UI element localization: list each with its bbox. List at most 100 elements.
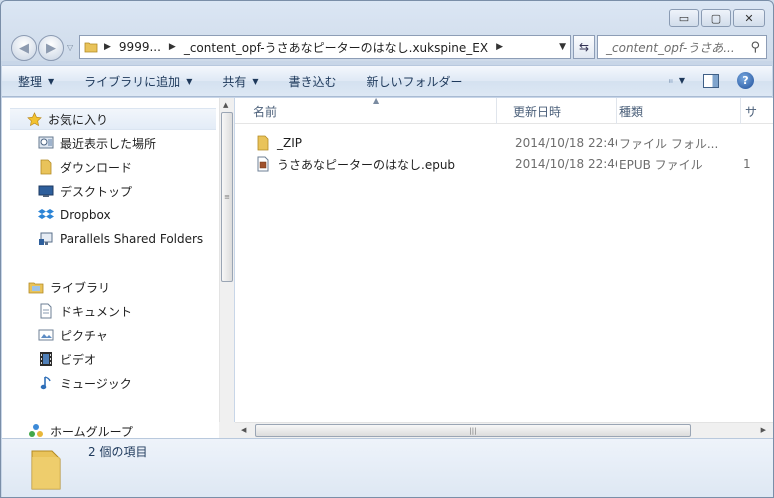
arrow-right-icon: ▶ bbox=[46, 40, 56, 56]
nav-item-desktop[interactable]: デスクトップ bbox=[38, 180, 132, 202]
scrollbar-thumb[interactable]: ||| bbox=[255, 424, 691, 437]
table-row[interactable]: うさあなピーターのはなし.epub 2014/10/18 22:46 EPUB … bbox=[235, 154, 771, 174]
maximize-button[interactable]: ▢ bbox=[701, 9, 731, 27]
pictures-icon bbox=[38, 327, 54, 343]
file-list-horizontal-scrollbar[interactable]: ◀ ||| ▶ bbox=[235, 422, 773, 438]
scrollbar-corner bbox=[219, 422, 235, 438]
documents-icon bbox=[38, 303, 54, 319]
nav-item-label: ピクチャ bbox=[60, 328, 108, 343]
folder-icon bbox=[84, 42, 98, 53]
nav-item-parallels-shared-folders[interactable]: Parallels Shared Folders bbox=[38, 228, 203, 250]
file-type-cell: ファイル フォル... bbox=[619, 136, 719, 151]
add-to-library-button[interactable]: ライブラリに追加 ▼ bbox=[84, 73, 192, 90]
nav-libraries[interactable]: ライブラリ bbox=[28, 276, 110, 298]
column-header-size[interactable]: サ bbox=[741, 98, 773, 124]
nav-item-recent-places[interactable]: 最近表示した場所 bbox=[38, 132, 156, 154]
column-header-type[interactable]: 種類 bbox=[617, 98, 741, 124]
change-view-button[interactable]: ▼ bbox=[669, 74, 685, 88]
nav-item-label: デスクトップ bbox=[60, 184, 133, 199]
view-list-icon bbox=[669, 79, 673, 82]
file-date-cell: 2014/10/18 22:46 bbox=[515, 157, 617, 171]
recent-pages-dropdown[interactable]: ▽ bbox=[67, 43, 73, 52]
scrollbar-thumb[interactable]: ≡ bbox=[221, 112, 233, 282]
nav-item-label: Parallels Shared Folders bbox=[60, 232, 204, 246]
library-icon bbox=[28, 279, 44, 295]
homegroup-icon bbox=[28, 423, 44, 438]
nav-item-dropbox[interactable]: Dropbox bbox=[38, 204, 111, 226]
command-bar: 整理 ▼ ライブラリに追加 ▼ 共有 ▼ 書き込む 新しいフォルダー ▼ ? bbox=[2, 65, 772, 97]
explorer-window: ▭ ▢ ✕ ◀ ▶ ▽ ▶ 9999... ▶ _content_opf-うさあ… bbox=[0, 0, 774, 498]
network-folder-icon bbox=[38, 231, 54, 247]
column-type-label: 種類 bbox=[619, 104, 644, 119]
file-name-cell: _ZIP bbox=[235, 135, 497, 151]
maximize-icon: ▢ bbox=[710, 11, 722, 25]
chevron-right-icon[interactable]: ▶ bbox=[104, 42, 111, 52]
file-date-cell: 2014/10/18 22:46 bbox=[515, 136, 617, 150]
window-controls: ▭ ▢ ✕ bbox=[669, 9, 765, 27]
share-button[interactable]: 共有 ▼ bbox=[222, 73, 258, 90]
share-label: 共有 bbox=[222, 74, 247, 89]
new-folder-button[interactable]: 新しいフォルダー bbox=[367, 73, 463, 90]
chevron-down-icon[interactable]: ▼ bbox=[559, 42, 566, 52]
nav-item-label: ビデオ bbox=[60, 352, 97, 367]
scroll-right-icon[interactable]: ▶ bbox=[761, 426, 766, 434]
chevron-down-icon: ▼ bbox=[252, 76, 259, 86]
arrow-left-icon: ◀ bbox=[19, 40, 29, 56]
close-button[interactable]: ✕ bbox=[733, 9, 765, 27]
chevron-down-icon: ▼ bbox=[186, 76, 193, 86]
toolbar-right: ▼ ? bbox=[669, 72, 754, 89]
help-button[interactable]: ? bbox=[737, 72, 754, 89]
column-header-name[interactable]: 名前 bbox=[235, 98, 497, 124]
scroll-left-icon[interactable]: ◀ bbox=[241, 426, 246, 434]
address-bar[interactable]: ▶ 9999... ▶ _content_opf-うさあなピーターのはなし.xu… bbox=[79, 35, 571, 59]
close-icon: ✕ bbox=[744, 11, 754, 25]
folder-icon bbox=[31, 450, 61, 490]
refresh-button[interactable]: ⇆ bbox=[573, 35, 595, 59]
navigation-bar: ◀ ▶ ▽ ▶ 9999... ▶ _content_opf-うさあなピーターの… bbox=[9, 33, 767, 61]
preview-pane-button[interactable] bbox=[703, 73, 719, 88]
navigation-pane: お気に入り 最近表示した場所 ダウンロード デスクトップ Dropbox Par… bbox=[2, 98, 219, 438]
nav-pane-scrollbar[interactable]: ▲ ≡ ▼ bbox=[219, 98, 234, 438]
details-pane: 2 個の項目 bbox=[2, 438, 773, 497]
breadcrumb-item[interactable]: 9999... bbox=[119, 40, 161, 54]
back-button[interactable]: ◀ bbox=[11, 35, 37, 61]
nav-item-music[interactable]: ミュージック bbox=[38, 372, 132, 394]
star-icon bbox=[26, 111, 42, 127]
nav-item-pictures[interactable]: ピクチャ bbox=[38, 324, 108, 346]
organize-button[interactable]: 整理 ▼ bbox=[18, 73, 54, 90]
desktop-icon bbox=[38, 183, 54, 199]
table-row[interactable]: _ZIP 2014/10/18 22:46 ファイル フォル... bbox=[235, 133, 771, 153]
chevron-right-icon[interactable]: ▶ bbox=[496, 42, 503, 52]
add-to-library-label: ライブラリに追加 bbox=[84, 74, 181, 89]
nav-homegroup[interactable]: ホームグループ bbox=[28, 420, 133, 438]
help-icon: ? bbox=[742, 74, 749, 87]
file-list: ▲ 名前 更新日時 種類 サ _ZIP 2014/10/18 22:46 ファイ… bbox=[235, 98, 773, 438]
breadcrumb-item[interactable]: _content_opf-うさあなピーターのはなし.xukspine_EX bbox=[184, 39, 488, 56]
forward-button[interactable]: ▶ bbox=[38, 35, 64, 61]
nav-item-documents[interactable]: ドキュメント bbox=[38, 300, 132, 322]
burn-button[interactable]: 書き込む bbox=[289, 73, 337, 90]
videos-icon bbox=[38, 351, 54, 367]
nav-item-label: ドキュメント bbox=[60, 304, 133, 319]
minimize-button[interactable]: ▭ bbox=[669, 9, 699, 27]
nav-item-videos[interactable]: ビデオ bbox=[38, 348, 96, 370]
file-name: うさあなピーターのはなし.epub bbox=[277, 157, 456, 172]
chevron-right-icon[interactable]: ▶ bbox=[169, 42, 176, 52]
file-name: _ZIP bbox=[277, 136, 302, 150]
nav-item-label: 最近表示した場所 bbox=[60, 136, 157, 151]
scroll-up-icon[interactable]: ▲ bbox=[223, 101, 228, 109]
column-header-date[interactable]: 更新日時 bbox=[497, 98, 617, 124]
column-date-label: 更新日時 bbox=[513, 104, 562, 119]
file-type-cell: EPUB ファイル bbox=[619, 157, 703, 172]
item-count: 2 個の項目 bbox=[88, 445, 148, 459]
downloads-folder-icon bbox=[38, 159, 54, 175]
folder-icon bbox=[255, 135, 271, 151]
nav-favorites[interactable]: お気に入り bbox=[10, 108, 216, 130]
nav-libraries-label: ライブラリ bbox=[50, 280, 111, 295]
music-icon bbox=[38, 375, 54, 391]
nav-item-downloads[interactable]: ダウンロード bbox=[38, 156, 132, 178]
chevron-down-icon[interactable]: ▼ bbox=[679, 76, 685, 85]
search-icon[interactable]: ⚲ bbox=[750, 40, 760, 55]
column-size-label: サ bbox=[745, 104, 758, 119]
search-input[interactable]: _content_opf-うさあ... ⚲ bbox=[597, 35, 767, 59]
